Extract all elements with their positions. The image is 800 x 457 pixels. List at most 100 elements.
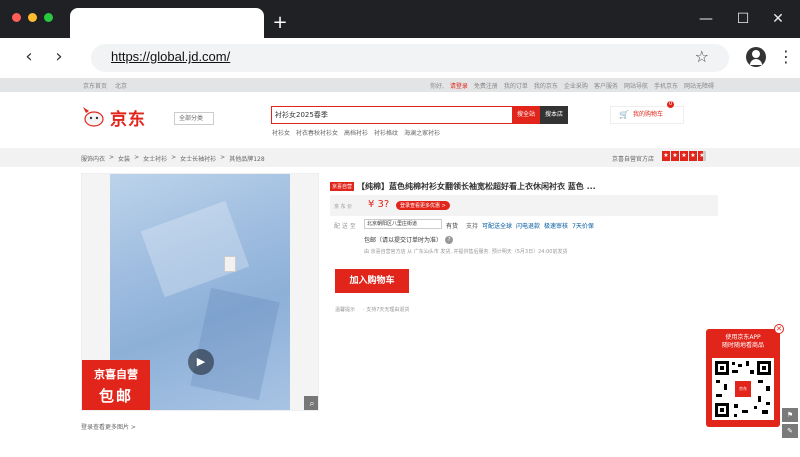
- shortcut-sitenav-link[interactable]: 网站导航: [624, 81, 648, 90]
- side-toolbar: ⚑ ✎: [782, 408, 800, 456]
- play-video-icon[interactable]: ▶: [188, 349, 214, 375]
- login-link[interactable]: 请登录: [450, 81, 468, 90]
- hotword-link[interactable]: 衬衫女: [272, 128, 290, 137]
- rating-star-icon: ★: [671, 151, 679, 161]
- hotword-link[interactable]: 海澜之家衬衫: [404, 128, 440, 137]
- product-title-text: 【纯棉】蓝色纯棉衬衫女翻领长袖宽松超好看上衣休闲衬衣 蓝色 ...: [357, 182, 596, 191]
- coupon-login-button[interactable]: 登录查看更多优惠 >: [396, 201, 450, 210]
- crumb-separator: >: [220, 154, 226, 161]
- hotword-link[interactable]: 衬衫格纹: [374, 128, 398, 137]
- crumb-link[interactable]: 其他品牌128: [229, 154, 264, 163]
- add-to-cart-button[interactable]: 加入购物车: [335, 269, 409, 293]
- app-qr-panel: ✕ 使用京东APP 随时随地看商品 京东: [706, 324, 784, 427]
- browser-menu-icon[interactable]: ⋮: [778, 46, 794, 68]
- cart-count-badge: 0: [667, 101, 675, 108]
- shirt-tag: [224, 256, 236, 272]
- delivery-label: 配 送 至: [334, 223, 356, 230]
- address-bar[interactable]: https://global.jd.com/ ☆: [91, 44, 729, 72]
- url-text[interactable]: https://global.jd.com/: [111, 49, 230, 64]
- support-link[interactable]: 闪电退款: [516, 221, 540, 230]
- crumb-link[interactable]: 女装: [118, 154, 130, 163]
- back-button[interactable]: ‹: [18, 46, 40, 68]
- crumb-separator: >: [171, 154, 177, 161]
- hotword-link[interactable]: 衬衣春秋衬衫女: [296, 128, 338, 137]
- search-store-button[interactable]: 搜本店: [540, 105, 568, 124]
- breadcrumb-bar: 服饰内衣 > 女装 > 女士衬衫 > 女士长袖衬衫 > 其他品牌128 京喜自营…: [0, 148, 800, 167]
- rating-star-icon: ★: [662, 151, 670, 161]
- price-box: 京 东 价 ¥ 3? 登录查看更多优惠 >: [330, 195, 718, 216]
- view-more-images-link[interactable]: 登录查看更多图片 >: [81, 422, 136, 431]
- profile-avatar-icon[interactable]: [746, 47, 766, 67]
- promo-line-1: 京喜自营: [94, 368, 138, 381]
- shop-name-link[interactable]: 京喜自营官方店: [612, 154, 654, 163]
- support-link[interactable]: 极速审核: [544, 221, 568, 230]
- edit-icon[interactable]: ✎: [782, 424, 798, 438]
- shortcut-mobile-link[interactable]: 手机京东: [654, 81, 678, 90]
- support-link[interactable]: 7天价保: [572, 221, 594, 230]
- close-icon[interactable]: ✕: [774, 324, 784, 334]
- browser-toolbar: ‹ › https://global.jd.com/ ☆ ⋮: [0, 38, 800, 78]
- help-icon[interactable]: ?: [445, 235, 454, 244]
- shortcut-home-link[interactable]: 京东首页: [83, 81, 107, 90]
- shirt-fold: [190, 287, 280, 401]
- tips-label: 温馨提示: [335, 307, 356, 313]
- maximize-icon[interactable]: ☐: [733, 10, 753, 28]
- minimize-icon[interactable]: —: [696, 10, 716, 28]
- cart-icon: 🛒: [619, 110, 629, 119]
- new-tab-button[interactable]: +: [270, 12, 290, 34]
- shortcut-accessibility-link[interactable]: 网站无障碍: [684, 81, 714, 90]
- price-value: ¥ 3?: [368, 199, 390, 210]
- location-selector[interactable]: 北京: [115, 81, 127, 90]
- shortcut-myjd-link[interactable]: 我的京东: [534, 81, 558, 90]
- forward-button[interactable]: ›: [48, 46, 70, 68]
- product-title: 京喜自营 【纯棉】蓝色纯棉衬衫女翻领长袖宽松超好看上衣休闲衬衣 蓝色 ...: [330, 181, 596, 192]
- window-controls: [12, 13, 53, 22]
- greeting-text: 你好,: [429, 83, 444, 90]
- close-icon[interactable]: ✕: [768, 10, 788, 28]
- cart-label: 我的购物车: [633, 111, 664, 118]
- jd-logo[interactable]: 京东: [80, 104, 146, 130]
- support-link[interactable]: 可配送全球: [482, 221, 512, 230]
- joy-dog-icon: [83, 107, 104, 127]
- category-dropdown[interactable]: 全部分类: [174, 112, 214, 125]
- shortcut-bar: 京东首页 北京 你好, 请登录 免费注册 我的订单 我的京东 企业采购 客户服务…: [0, 78, 800, 92]
- shortcut-orders-link[interactable]: 我的订单: [504, 81, 528, 90]
- qr-logo: 京东: [735, 381, 751, 397]
- rating-star-icon: ★: [680, 151, 688, 161]
- rating-star-icon: ★: [698, 151, 706, 161]
- page-content: 京东首页 北京 你好, 请登录 免费注册 我的订单 我的京东 企业采购 客户服务…: [0, 78, 800, 457]
- address-selector[interactable]: 北京朝阳区八里庄街道: [364, 219, 442, 229]
- search-input[interactable]: [275, 110, 505, 120]
- active-tab[interactable]: [70, 8, 264, 39]
- qr-caption-line-2: 随时随地看商品: [721, 342, 764, 349]
- browser-chrome: + — ☐ ✕ ‹ › https://global.jd.com/ ☆ ⋮: [0, 0, 800, 78]
- crumb-link[interactable]: 服饰内衣: [81, 154, 105, 163]
- register-link[interactable]: 免费注册: [474, 81, 498, 90]
- feedback-icon[interactable]: ⚑: [782, 408, 798, 422]
- crumb-link[interactable]: 女士衬衫: [143, 154, 167, 163]
- minimize-window-dot[interactable]: [28, 13, 37, 22]
- product-main-image[interactable]: ▶ 京喜自营 包邮 ⌕: [81, 173, 319, 411]
- crumb-link[interactable]: 女士长袖衬衫: [180, 154, 216, 163]
- promo-line-2: 包邮: [98, 387, 133, 405]
- breadcrumb: 服饰内衣 > 女装 > 女士衬衫 > 女士长袖衬衫 > 其他品牌128: [81, 154, 265, 163]
- qr-caption: 使用京东APP 随时随地看商品: [706, 334, 780, 350]
- cart-button[interactable]: 🛒 我的购物车 0: [610, 101, 684, 124]
- crumb-separator: >: [109, 154, 115, 161]
- hot-keywords: 衬衫女 衬衣春秋衬衫女 高档衬衫 衬衫格纹 海澜之家衬衫: [272, 128, 440, 137]
- qr-code-icon: 京东: [712, 358, 774, 420]
- hotword-link[interactable]: 高档衬衫: [344, 128, 368, 137]
- shirt-fold: [140, 200, 250, 298]
- logo-text: 京东: [110, 109, 146, 130]
- crumb-separator: >: [134, 154, 140, 161]
- shortcut-enterprise-link[interactable]: 企业采购: [564, 81, 588, 90]
- zoom-window-dot[interactable]: [44, 13, 53, 22]
- stock-status: 有货: [446, 223, 459, 230]
- qr-caption-line-1: 使用京东APP: [725, 334, 761, 341]
- shortcut-service-link[interactable]: 客户服务: [594, 81, 618, 90]
- zoom-icon[interactable]: ⌕: [304, 396, 318, 410]
- search-all-button[interactable]: 搜全站: [512, 105, 540, 124]
- bookmark-star-icon[interactable]: ☆: [695, 47, 709, 66]
- close-window-dot[interactable]: [12, 13, 21, 22]
- shipping-note-text: 包邮（请以提交订单时为准）: [364, 237, 443, 244]
